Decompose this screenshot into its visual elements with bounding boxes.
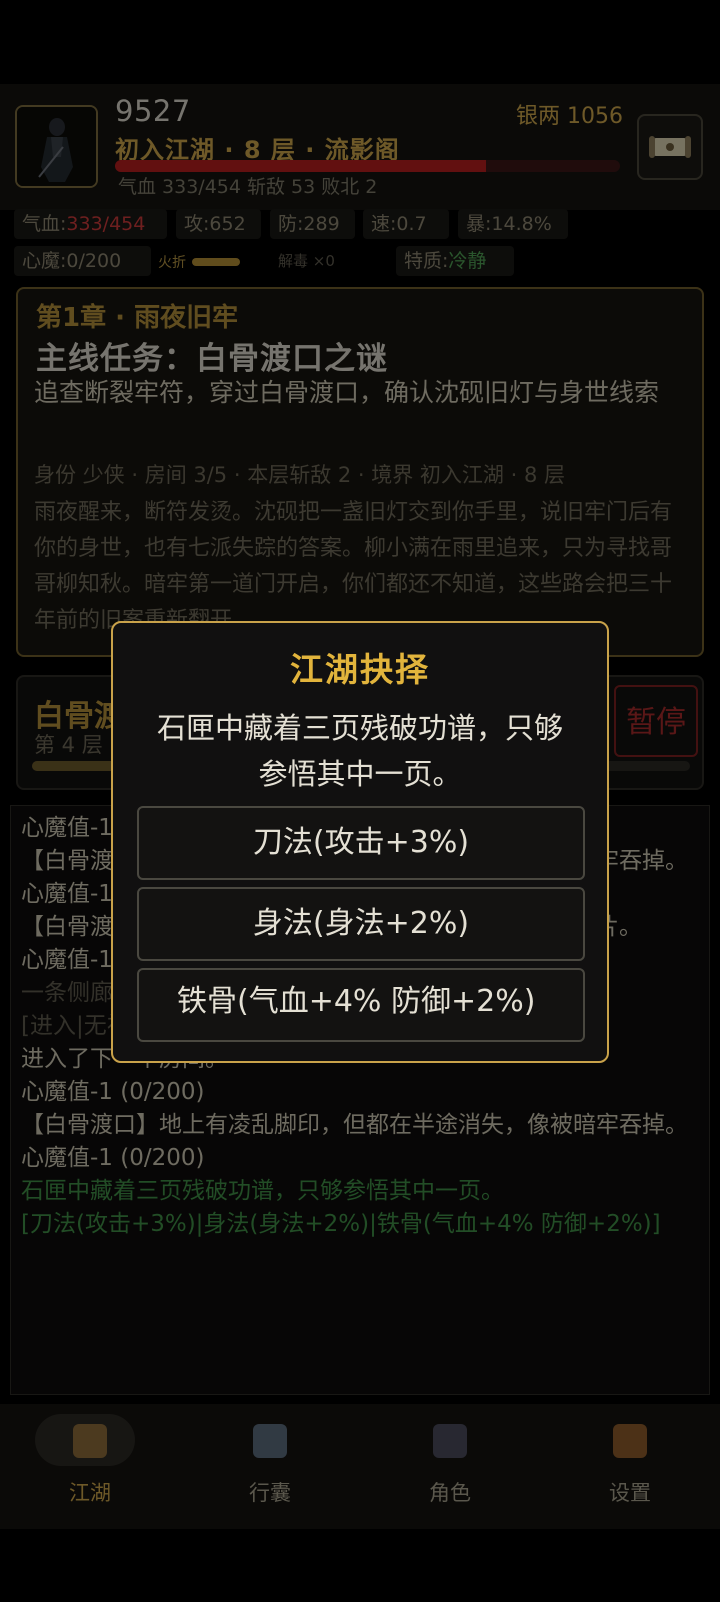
option-blade-button[interactable]: 刀法(攻击+3%): [137, 806, 585, 880]
dialog-message: 石匣中藏着三页残破功谱，只够参悟其中一页。: [156, 711, 563, 791]
option-ironbone-button[interactable]: 铁骨(气血+4% 防御+2%): [137, 968, 585, 1042]
choice-dialog: 江湖抉择 石匣中藏着三页残破功谱，只够参悟其中一页。 刀法(攻击+3%) 身法(…: [111, 621, 609, 1063]
dialog-title: 江湖抉择: [290, 650, 430, 689]
option-agility-button[interactable]: 身法(身法+2%): [137, 887, 585, 961]
